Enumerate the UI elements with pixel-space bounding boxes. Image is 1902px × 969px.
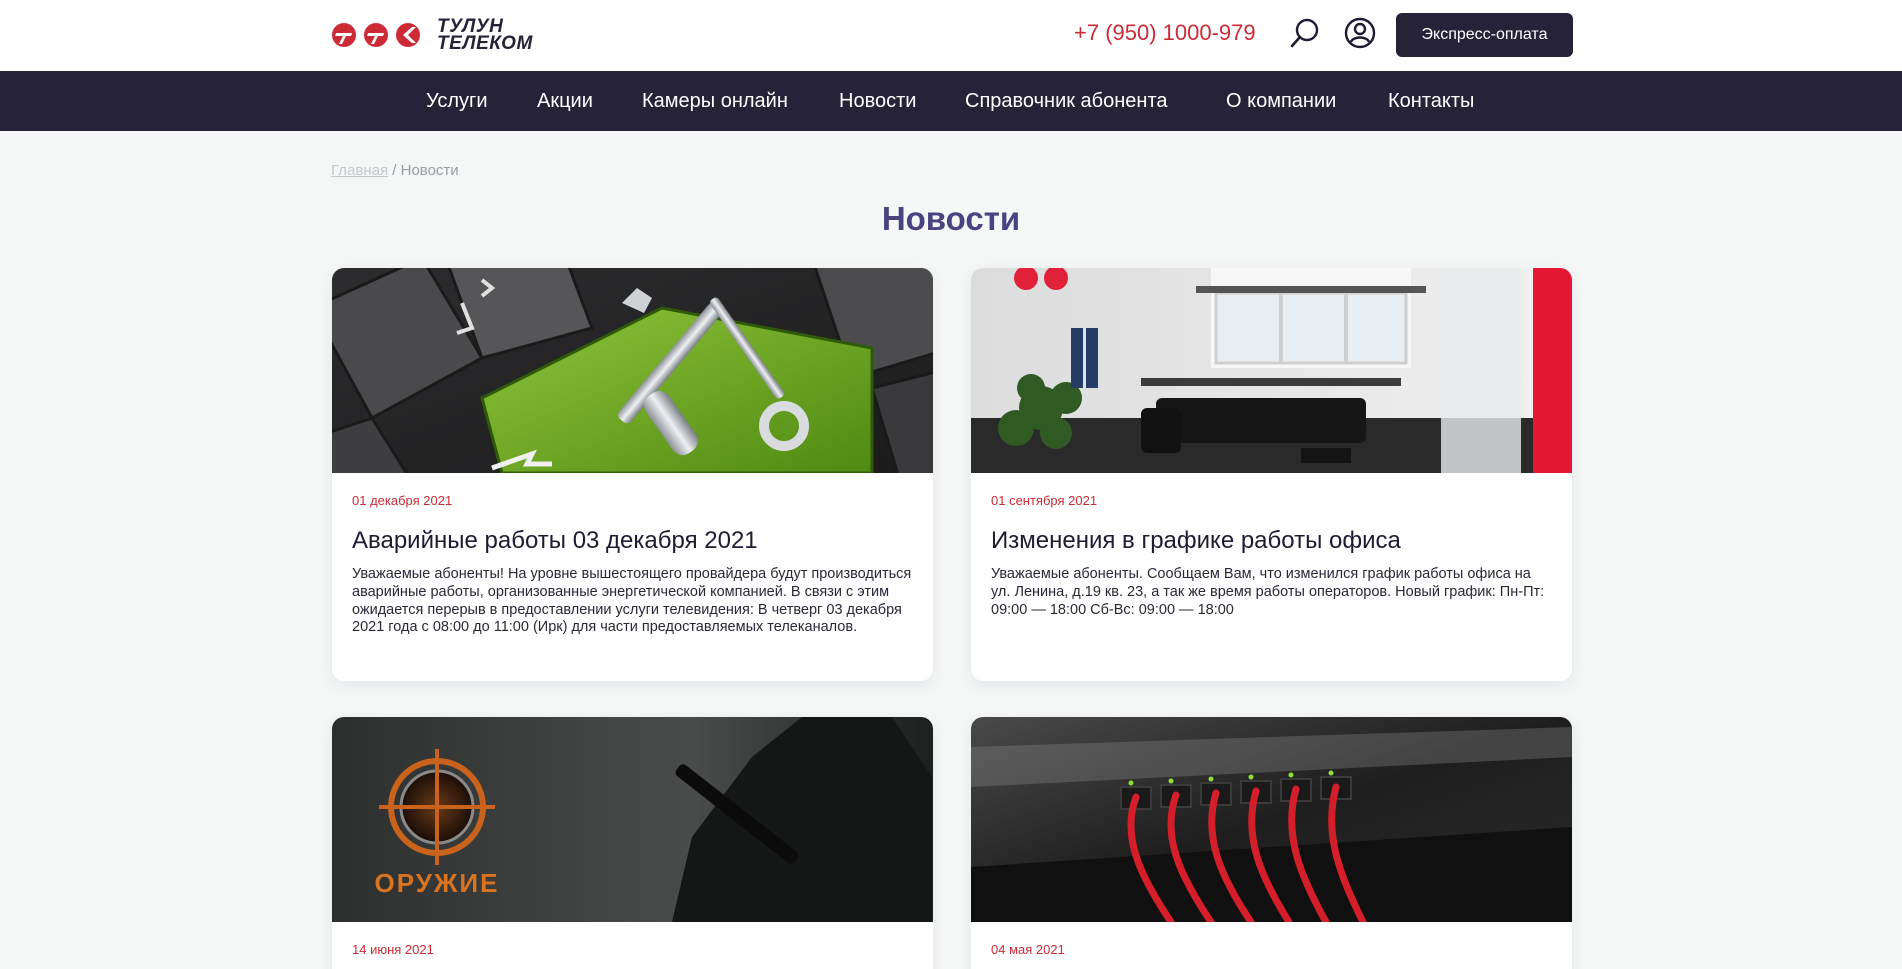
news-card[interactable]: 04 мая 2021 — [971, 717, 1572, 969]
logo-marks — [331, 21, 427, 49]
express-payment-button[interactable]: Экспресс-оплата — [1396, 13, 1573, 57]
nav-item-cameras[interactable]: Камеры онлайн — [642, 90, 788, 113]
breadcrumb: Главная / Новости — [331, 162, 459, 179]
news-date: 04 мая 2021 — [991, 942, 1065, 957]
logo-text: ТУЛУН ТЕЛЕКОМ — [437, 17, 533, 54]
news-date: 01 декабря 2021 — [352, 493, 453, 508]
news-card[interactable]: ОРУЖИЕ 14 июня 2021 — [332, 717, 933, 969]
logo-line-2: ТЕЛЕКОМ — [437, 33, 533, 54]
news-excerpt: Уважаемые абоненты! На уровне вышестояще… — [352, 566, 912, 636]
news-card-body: 14 июня 2021 — [332, 942, 933, 957]
nav-list: Услуги Акции Камеры онлайн Новости Справ… — [0, 71, 1902, 131]
news-title[interactable]: Изменения в графике работы офиса — [991, 526, 1552, 556]
top-header: ТУЛУН ТЕЛЕКОМ +7 (950) 1000-979 Экспресс… — [0, 0, 1902, 71]
news-date: 01 сентября 2021 — [991, 493, 1098, 508]
search-icon — [1290, 18, 1319, 48]
news-card[interactable]: 01 декабря 2021 Аварийные работы 03 дека… — [332, 268, 933, 681]
nav-item-contacts[interactable]: Контакты — [1388, 90, 1474, 113]
main-nav: Услуги Акции Камеры онлайн Новости Справ… — [0, 71, 1902, 131]
nav-item-news[interactable]: Новости — [839, 90, 916, 113]
nav-item-subscriber-guide[interactable]: Справочник абонента — [965, 90, 1168, 113]
account-button[interactable] — [1343, 16, 1377, 50]
news-image-keyboard-tools — [332, 268, 933, 473]
news-date: 14 июня 2021 — [352, 942, 434, 957]
site-logo[interactable]: ТУЛУН ТЕЛЕКОМ — [331, 17, 533, 54]
user-circle-icon — [1344, 17, 1376, 49]
phone-link[interactable]: +7 (950) 1000-979 — [1074, 20, 1256, 46]
news-card[interactable]: 01 сентября 2021 Изменения в графике раб… — [971, 268, 1572, 681]
news-excerpt: Уважаемые абоненты. Сообщаем Вам, что из… — [991, 566, 1545, 618]
news-image-weapon-channel: ОРУЖИЕ — [332, 717, 933, 922]
news-image-network-switch — [971, 717, 1572, 922]
nav-item-services[interactable]: Услуги — [426, 90, 488, 113]
news-title[interactable]: Аварийные работы 03 декабря 2021 — [352, 526, 913, 556]
news-image-office — [971, 268, 1572, 473]
nav-item-promotions[interactable]: Акции — [537, 90, 593, 113]
logo-emblem-icon — [332, 23, 420, 47]
nav-item-about[interactable]: О компании — [1226, 90, 1336, 113]
news-card-body: 01 сентября 2021 Изменения в графике раб… — [971, 493, 1572, 619]
breadcrumb-home-link[interactable]: Главная — [331, 162, 388, 179]
breadcrumb-current: Новости — [400, 162, 459, 179]
news-card-body: 04 мая 2021 — [971, 942, 1572, 957]
search-button[interactable] — [1288, 16, 1322, 50]
news-card-body: 01 декабря 2021 Аварийные работы 03 дека… — [332, 493, 933, 637]
breadcrumb-separator: / — [388, 162, 401, 179]
image-caption: ОРУЖИЕ — [375, 868, 500, 898]
page-title: Новости — [881, 200, 1021, 237]
